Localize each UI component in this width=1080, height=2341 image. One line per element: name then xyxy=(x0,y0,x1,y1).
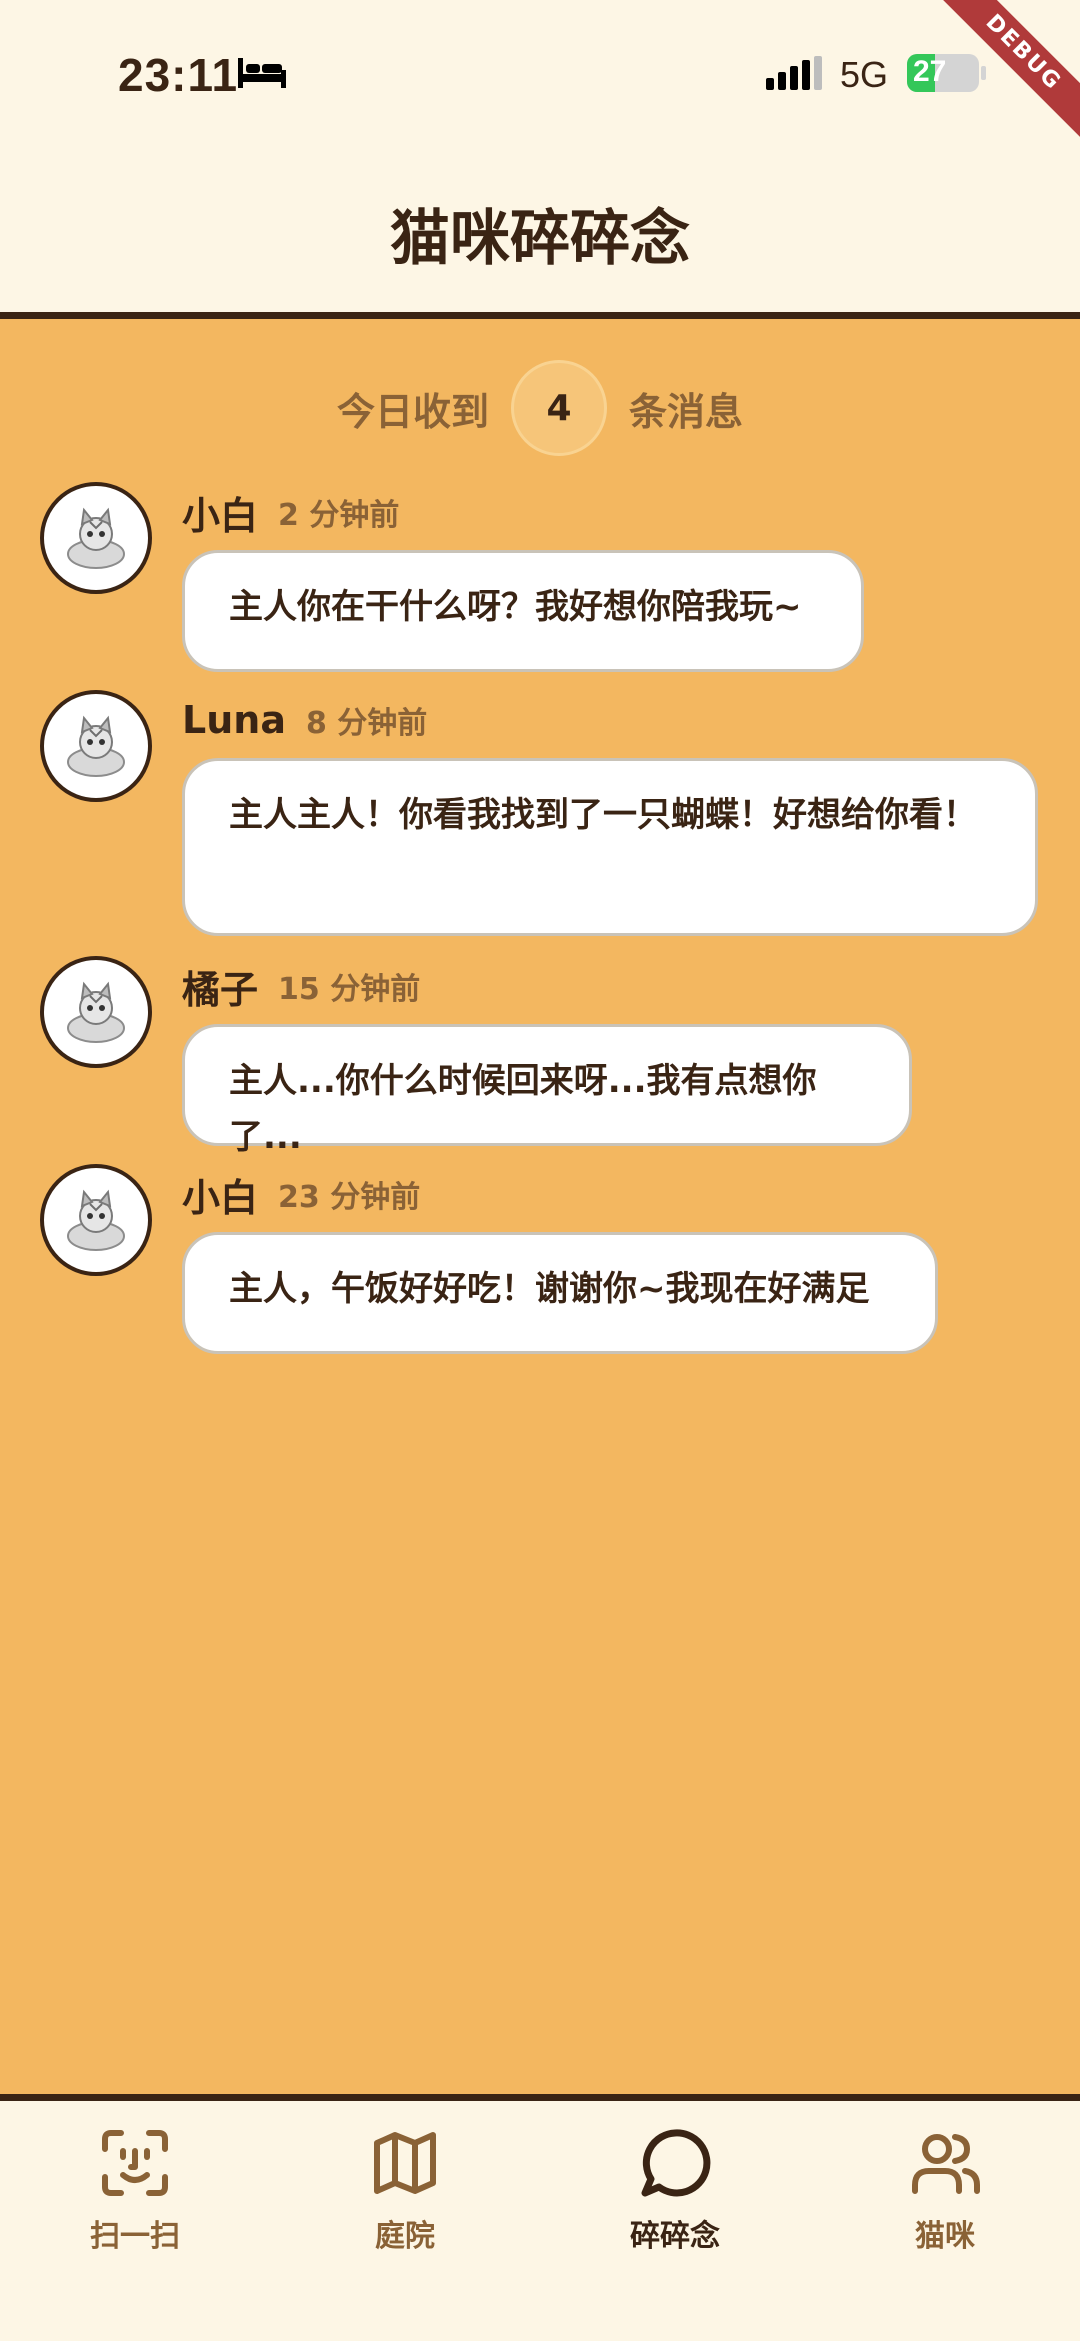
sender-name: Luna xyxy=(182,698,286,742)
sender-name: 橘子 xyxy=(182,967,259,1012)
bed-icon xyxy=(238,58,286,88)
cat-icon xyxy=(67,981,125,1043)
battery-cap xyxy=(981,66,986,80)
message-time: 8 分钟前 xyxy=(305,706,428,741)
nav-label-chatter: 碎碎念 xyxy=(630,2219,720,2254)
cat-avatar[interactable] xyxy=(40,956,152,1068)
chat-bubble-icon xyxy=(641,2129,711,2197)
message-meta: 橘子 15 分钟前 xyxy=(182,956,420,1016)
message-bubble[interactable]: 主人主人！你看我找到了一只蝴蝶！好想给你看！ xyxy=(182,758,1038,936)
sender-name: 小白 xyxy=(182,1175,259,1220)
message-count-badge: 4 xyxy=(511,360,607,456)
status-time: 23:11 xyxy=(118,49,239,101)
message-bubble[interactable]: 主人，午饭好好吃！谢谢你~我现在好满足 xyxy=(182,1232,938,1354)
bottom-navigation: 扫一扫 庭院 碎碎念 猫咪 xyxy=(0,2094,1080,2341)
nav-label-yard: 庭院 xyxy=(375,2219,435,2254)
cat-avatar[interactable] xyxy=(40,690,152,802)
app-header: 23:11 5G 27 DEBUG 猫咪碎碎念 xyxy=(0,0,1080,319)
cat-avatar[interactable] xyxy=(40,1164,152,1276)
users-icon xyxy=(912,2134,980,2194)
nav-item-yard[interactable]: 庭院 xyxy=(270,2101,540,2341)
nav-item-chatter[interactable]: 碎碎念 xyxy=(540,2101,810,2341)
cat-icon xyxy=(67,1189,125,1251)
message-summary: 今日收到 4 条消息 xyxy=(0,360,1080,456)
message-item[interactable]: Luna 8 分钟前 主人主人！你看我找到了一只蝴蝶！好想给你看！ xyxy=(0,690,1080,940)
summary-suffix: 条消息 xyxy=(629,389,744,434)
map-icon xyxy=(374,2132,436,2194)
message-meta: 小白 23 分钟前 xyxy=(182,1164,420,1224)
sender-name: 小白 xyxy=(182,493,259,538)
message-time: 15 分钟前 xyxy=(278,972,421,1007)
message-meta: 小白 2 分钟前 xyxy=(182,482,399,542)
nav-item-scan[interactable]: 扫一扫 xyxy=(0,2101,270,2341)
summary-prefix: 今日收到 xyxy=(336,389,489,434)
signal-icon xyxy=(766,56,822,90)
message-bubble[interactable]: 主人...你什么时候回来呀...我有点想你了... xyxy=(182,1024,912,1157)
message-time: 23 分钟前 xyxy=(278,1180,421,1215)
message-item[interactable]: 小白 23 分钟前 主人，午饭好好吃！谢谢你~我现在好满足 xyxy=(0,1164,1080,1354)
nav-label-scan: 扫一扫 xyxy=(90,2219,180,2254)
scan-face-icon xyxy=(102,2130,168,2196)
nav-label-cats: 猫咪 xyxy=(915,2219,975,2254)
message-item[interactable]: 小白 2 分钟前 主人你在干什么呀？我好想你陪我玩~ xyxy=(0,482,1080,672)
message-bubble[interactable]: 主人你在干什么呀？我好想你陪我玩~ xyxy=(182,550,864,672)
network-label: 5G xyxy=(840,54,889,95)
cat-icon xyxy=(67,715,125,777)
battery-indicator: 27 xyxy=(907,54,979,92)
page-title: 猫咪碎碎念 xyxy=(390,204,690,274)
cat-icon xyxy=(67,507,125,569)
message-meta: Luna 8 分钟前 xyxy=(182,690,427,750)
message-item[interactable]: 橘子 15 分钟前 主人...你什么时候回来呀...我有点想你了... xyxy=(0,956,1080,1157)
cat-avatar[interactable] xyxy=(40,482,152,594)
nav-item-cats[interactable]: 猫咪 xyxy=(810,2101,1080,2341)
battery-level: 27 xyxy=(913,55,947,88)
message-time: 2 分钟前 xyxy=(278,498,400,533)
